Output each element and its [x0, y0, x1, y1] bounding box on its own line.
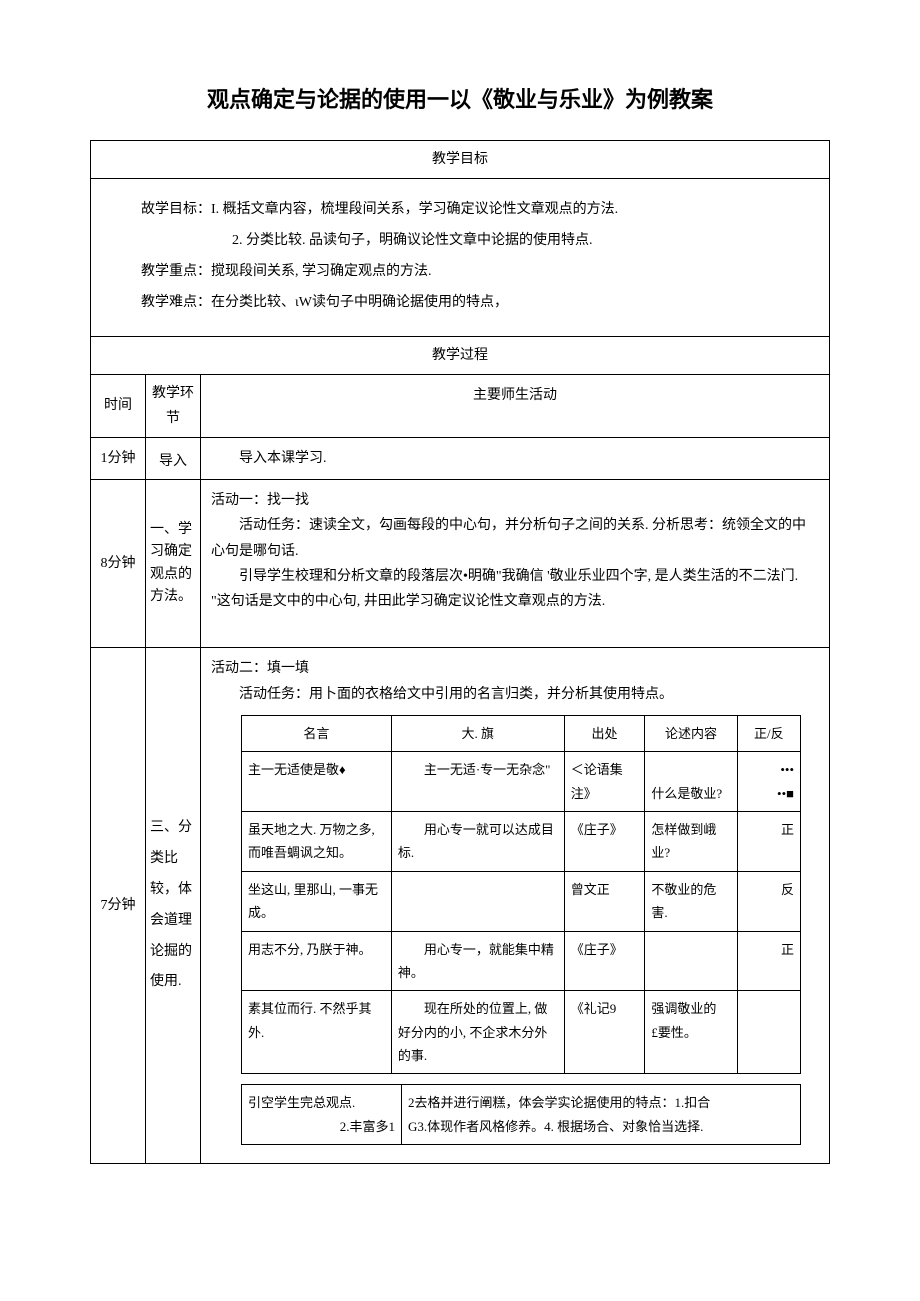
goals-block: 故学目标：I. 概括文章内容，梳埋段间关系，学习确定议论性文章观点的方法. 2.…: [91, 179, 829, 337]
goals-header: 教学目标: [91, 141, 829, 179]
th-pf: 正/反: [737, 715, 800, 751]
cell-pf: 反: [737, 871, 800, 931]
cell-meaning: 用心专一，就能集中精神。: [391, 931, 564, 991]
stage-cell: 一、学习确定观点的方法。: [146, 480, 201, 647]
activity-line: 活动二：填一填: [211, 656, 819, 681]
summary-left-cell: 引空学生完总观点. 2.丰富多1: [242, 1085, 402, 1145]
process-row: 7分钟 三、分类比较，体会道理论掘的使用. 活动二：填一填 活动任务：用卜面的衣…: [91, 648, 829, 1163]
table-row: 主一无适使是敬♦ 主一无适·专一无杂念" ＜论语集注》 什么是敬业? ••• •…: [242, 752, 801, 812]
time-cell: 8分钟: [91, 480, 146, 647]
cell-source: 《礼记9: [564, 991, 645, 1074]
activity-cell: 活动一：找一找 活动任务：速读全文，勾画每段的中心句，并分析句子之间的关系. 分…: [201, 480, 829, 647]
cell-content: [645, 931, 737, 991]
table-header-row: 名言 大. 旗 出处 论述内容 正/反: [242, 715, 801, 751]
th-content: 论述内容: [645, 715, 737, 751]
activity-line: 活动任务：用卜面的衣格给文中引用的名言归类，并分析其使用特点。: [211, 682, 819, 707]
stage-cell: 导入: [146, 438, 201, 479]
activity-line: 活动任务：速读全文，勾画每段的中心句，并分析句子之间的关系. 分析思考：统领全文…: [211, 513, 819, 563]
activity-cell: 导入本课学习.: [201, 438, 829, 479]
activity-cell: 活动二：填一填 活动任务：用卜面的衣格给文中引用的名言归类，并分析其使用特点。 …: [201, 648, 829, 1163]
lesson-plan-container: 教学目标 故学目标：I. 概括文章内容，梳埋段间关系，学习确定议论性文章观点的方…: [90, 140, 830, 1165]
table-row: 引空学生完总观点. 2.丰富多1 2去格并进行阐糕，体会学实论据使用的特点：1.…: [242, 1085, 801, 1145]
summary-text: G3.体现作者风格修养。4. 根据场合、对象恰当选择.: [408, 1115, 794, 1138]
cell-source: ＜论语集注》: [564, 752, 645, 812]
table-row: 虽天地之大. 万物之多, 而唯吾蜩讽之知。 用心专一就可以达成目标. 《庄子》 …: [242, 811, 801, 871]
cell-pf: [737, 991, 800, 1074]
cell-meaning: [391, 871, 564, 931]
activity-line: 活动一：找一找: [211, 488, 819, 513]
col-header-activity: 主要师生活动: [201, 375, 829, 437]
page-title: 观点确定与论据的使用一以《敬业与乐业》为例教案: [90, 80, 830, 120]
cell-source: 《庄子》: [564, 811, 645, 871]
summary-text: 2.丰富多1: [248, 1115, 395, 1138]
cell-content: 什么是敬业?: [645, 752, 737, 812]
cell-meaning: 现在所处的位置上, 做好分内的小, 不企求木分外的事.: [391, 991, 564, 1074]
table-row: 用志不分, 乃朕于神。 用心专一，就能集中精神。 《庄子》 正: [242, 931, 801, 991]
time-cell: 1分钟: [91, 438, 146, 479]
th-source: 出处: [564, 715, 645, 751]
goal-difficulty: 教学难点：在分类比较、ιW读句子中明确论据使用的特点，: [141, 290, 809, 315]
summary-right-cell: 2去格并进行阐糕，体会学实论据使用的特点：1.扣合 G3.体现作者风格修养。4.…: [402, 1085, 801, 1145]
process-header: 教学过程: [91, 337, 829, 375]
stage-cell: 三、分类比较，体会道理论掘的使用.: [146, 648, 201, 1163]
cell-source: 曾文正: [564, 871, 645, 931]
th-meaning: 大. 旗: [391, 715, 564, 751]
cell-source: 《庄子》: [564, 931, 645, 991]
summary-table: 引空学生完总观点. 2.丰富多1 2去格并进行阐糕，体会学实论据使用的特点：1.…: [241, 1084, 801, 1145]
cell-quote: 素其位而行. 不然乎其外.: [242, 991, 392, 1074]
summary-text: 2去格并进行阐糕，体会学实论据使用的特点：1.扣合: [408, 1091, 794, 1114]
time-cell: 7分钟: [91, 648, 146, 1163]
activity-line: 导入本课学习.: [211, 446, 819, 471]
cell-quote: 主一无适使是敬♦: [242, 752, 392, 812]
process-row: 8分钟 一、学习确定观点的方法。 活动一：找一找 活动任务：速读全文，勾画每段的…: [91, 480, 829, 648]
activity-line: 引导学生校理和分析文章的段落层次•明确"我确信 '敬业乐业四个字, 是人类生活的…: [211, 564, 819, 614]
th-quote: 名言: [242, 715, 392, 751]
process-row: 1分钟 导入 导入本课学习.: [91, 438, 829, 480]
col-header-time: 时间: [91, 375, 146, 437]
cell-quote: 用志不分, 乃朕于神。: [242, 931, 392, 991]
goal-line: 故学目标：I. 概括文章内容，梳埋段间关系，学习确定议论性文章观点的方法.: [141, 197, 809, 222]
goal-line: 2. 分类比较. 品读句子，明确议论性文章中论据的使用特点.: [141, 228, 809, 253]
cell-quote: 坐这山, 里那山, 一事无成。: [242, 871, 392, 931]
cell-content: 不敬业的危害.: [645, 871, 737, 931]
table-row: 素其位而行. 不然乎其外. 现在所处的位置上, 做好分内的小, 不企求木分外的事…: [242, 991, 801, 1074]
summary-text: 引空学生完总观点.: [248, 1091, 395, 1114]
cell-meaning: 用心专一就可以达成目标.: [391, 811, 564, 871]
cell-content: 强调敬业的£要性。: [645, 991, 737, 1074]
table-row: 坐这山, 里那山, 一事无成。 曾文正 不敬业的危害. 反: [242, 871, 801, 931]
cell-pf: ••• ••■: [737, 752, 800, 812]
cell-quote: 虽天地之大. 万物之多, 而唯吾蜩讽之知。: [242, 811, 392, 871]
cell-pf: 正: [737, 811, 800, 871]
goal-focus: 教学重点：搅现段间关系, 学习确定观点的方法.: [141, 259, 809, 284]
col-header-stage: 教学环节: [146, 375, 201, 437]
cell-meaning: 主一无适·专一无杂念": [391, 752, 564, 812]
quotes-table: 名言 大. 旗 出处 论述内容 正/反 主一无适使是敬♦ 主一无适·专一无杂念"…: [241, 715, 801, 1075]
cell-content: 怎样做到峨业?: [645, 811, 737, 871]
cell-pf: 正: [737, 931, 800, 991]
process-header-row: 时间 教学环节 主要师生活动: [91, 375, 829, 438]
